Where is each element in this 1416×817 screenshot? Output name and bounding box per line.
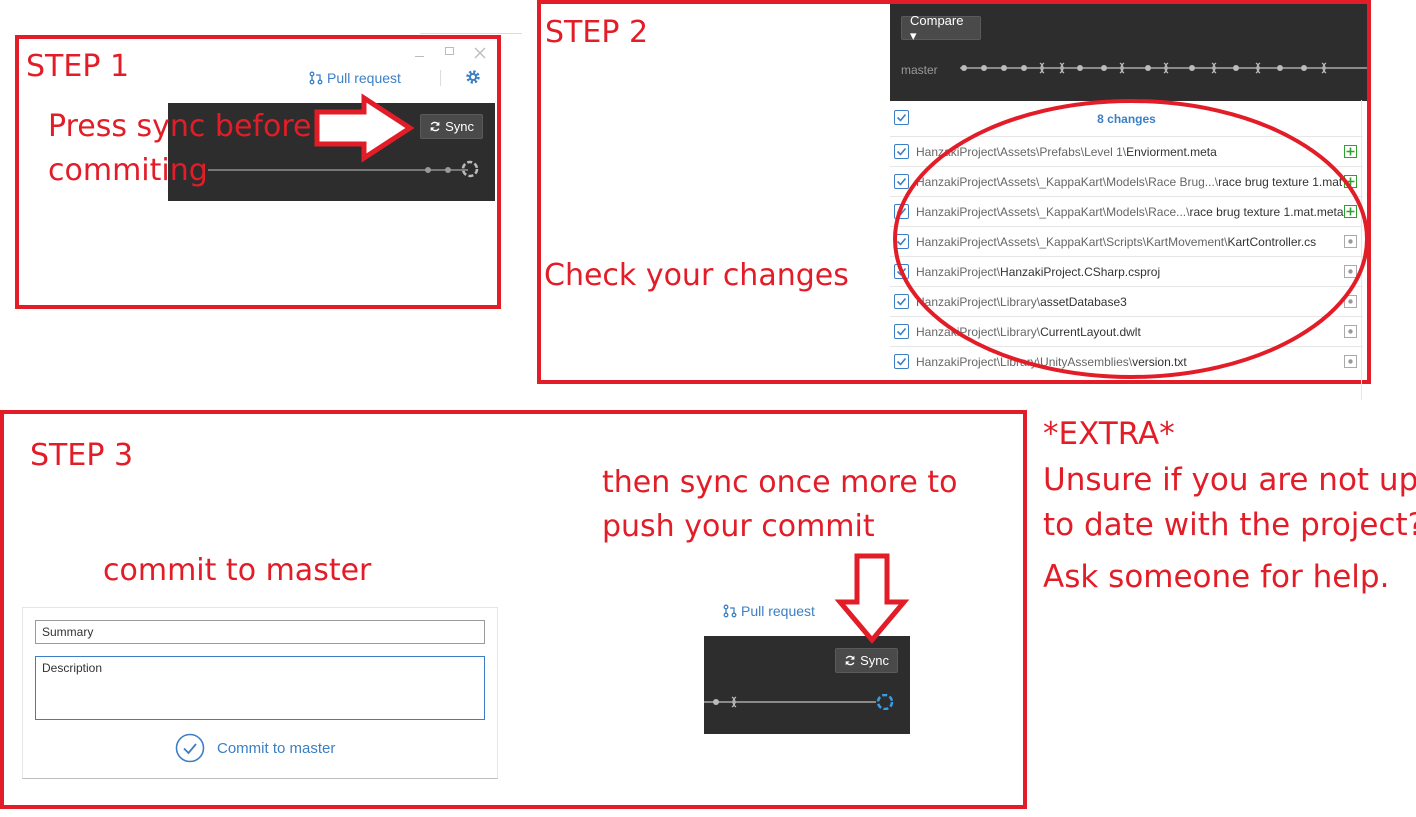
commit-button[interactable]: Commit to master — [175, 733, 335, 763]
pull-request-link[interactable]: Pull request — [309, 70, 401, 86]
extra-title: *EXTRA* — [1043, 416, 1175, 452]
pull-request-label: Pull request — [741, 603, 815, 619]
sync-icon — [845, 655, 855, 666]
sync-icon — [430, 121, 440, 132]
extra-line1: Unsure if you are not up — [1043, 462, 1416, 498]
sync-label: Sync — [445, 119, 474, 134]
step1-window-topline — [420, 33, 522, 34]
branch-graph — [704, 694, 894, 710]
checkmark-circle-icon — [175, 733, 205, 763]
sync-caption-line2: push your commit — [602, 509, 875, 544]
pull-request-label: Pull request — [327, 70, 401, 86]
gear-icon[interactable] — [465, 69, 481, 85]
sync-label: Sync — [860, 653, 889, 668]
pull-request-icon — [723, 604, 737, 618]
compare-label: Compare ▾ — [910, 12, 964, 43]
minimize-icon[interactable] — [415, 56, 424, 57]
branch-name: master — [901, 63, 938, 77]
sync-button-2[interactable]: Sync — [835, 648, 898, 673]
step3-title: STEP 3 — [30, 438, 134, 473]
down-arrow — [834, 553, 910, 644]
compare-dropdown[interactable]: Compare ▾ — [901, 13, 981, 43]
sync-status-ring — [461, 160, 479, 178]
extra-line3: Ask someone for help. — [1043, 559, 1390, 595]
step2-caption: Check your changes — [544, 258, 849, 293]
highlight-ellipse — [893, 99, 1369, 379]
commit-button-label: Commit to master — [217, 739, 336, 757]
commit-dot — [445, 167, 451, 173]
step1-caption-line2: commiting — [48, 153, 208, 188]
close-icon[interactable] — [474, 44, 486, 59]
history-panel: Compare ▾ master — [890, 4, 1367, 101]
step1-title: STEP 1 — [26, 49, 130, 84]
pointer-arrow — [314, 93, 415, 163]
sync-caption-line1: then sync once more to — [602, 465, 958, 500]
separator — [440, 70, 441, 86]
step1-caption-line1: Press sync before — [48, 109, 312, 144]
pull-request-link-2[interactable]: Pull request — [723, 603, 815, 619]
summary-input[interactable]: Summary — [35, 620, 485, 644]
commit-graph — [960, 62, 1367, 74]
sync-button[interactable]: Sync — [420, 114, 483, 139]
step2-title: STEP 2 — [545, 15, 649, 50]
extra-line2: to date with the project? — [1043, 507, 1416, 543]
pull-request-icon — [309, 71, 323, 85]
commit-caption: commit to master — [103, 553, 372, 588]
maximize-icon[interactable] — [445, 47, 454, 55]
description-textarea[interactable]: Description — [35, 656, 485, 720]
commit-dot — [425, 167, 431, 173]
